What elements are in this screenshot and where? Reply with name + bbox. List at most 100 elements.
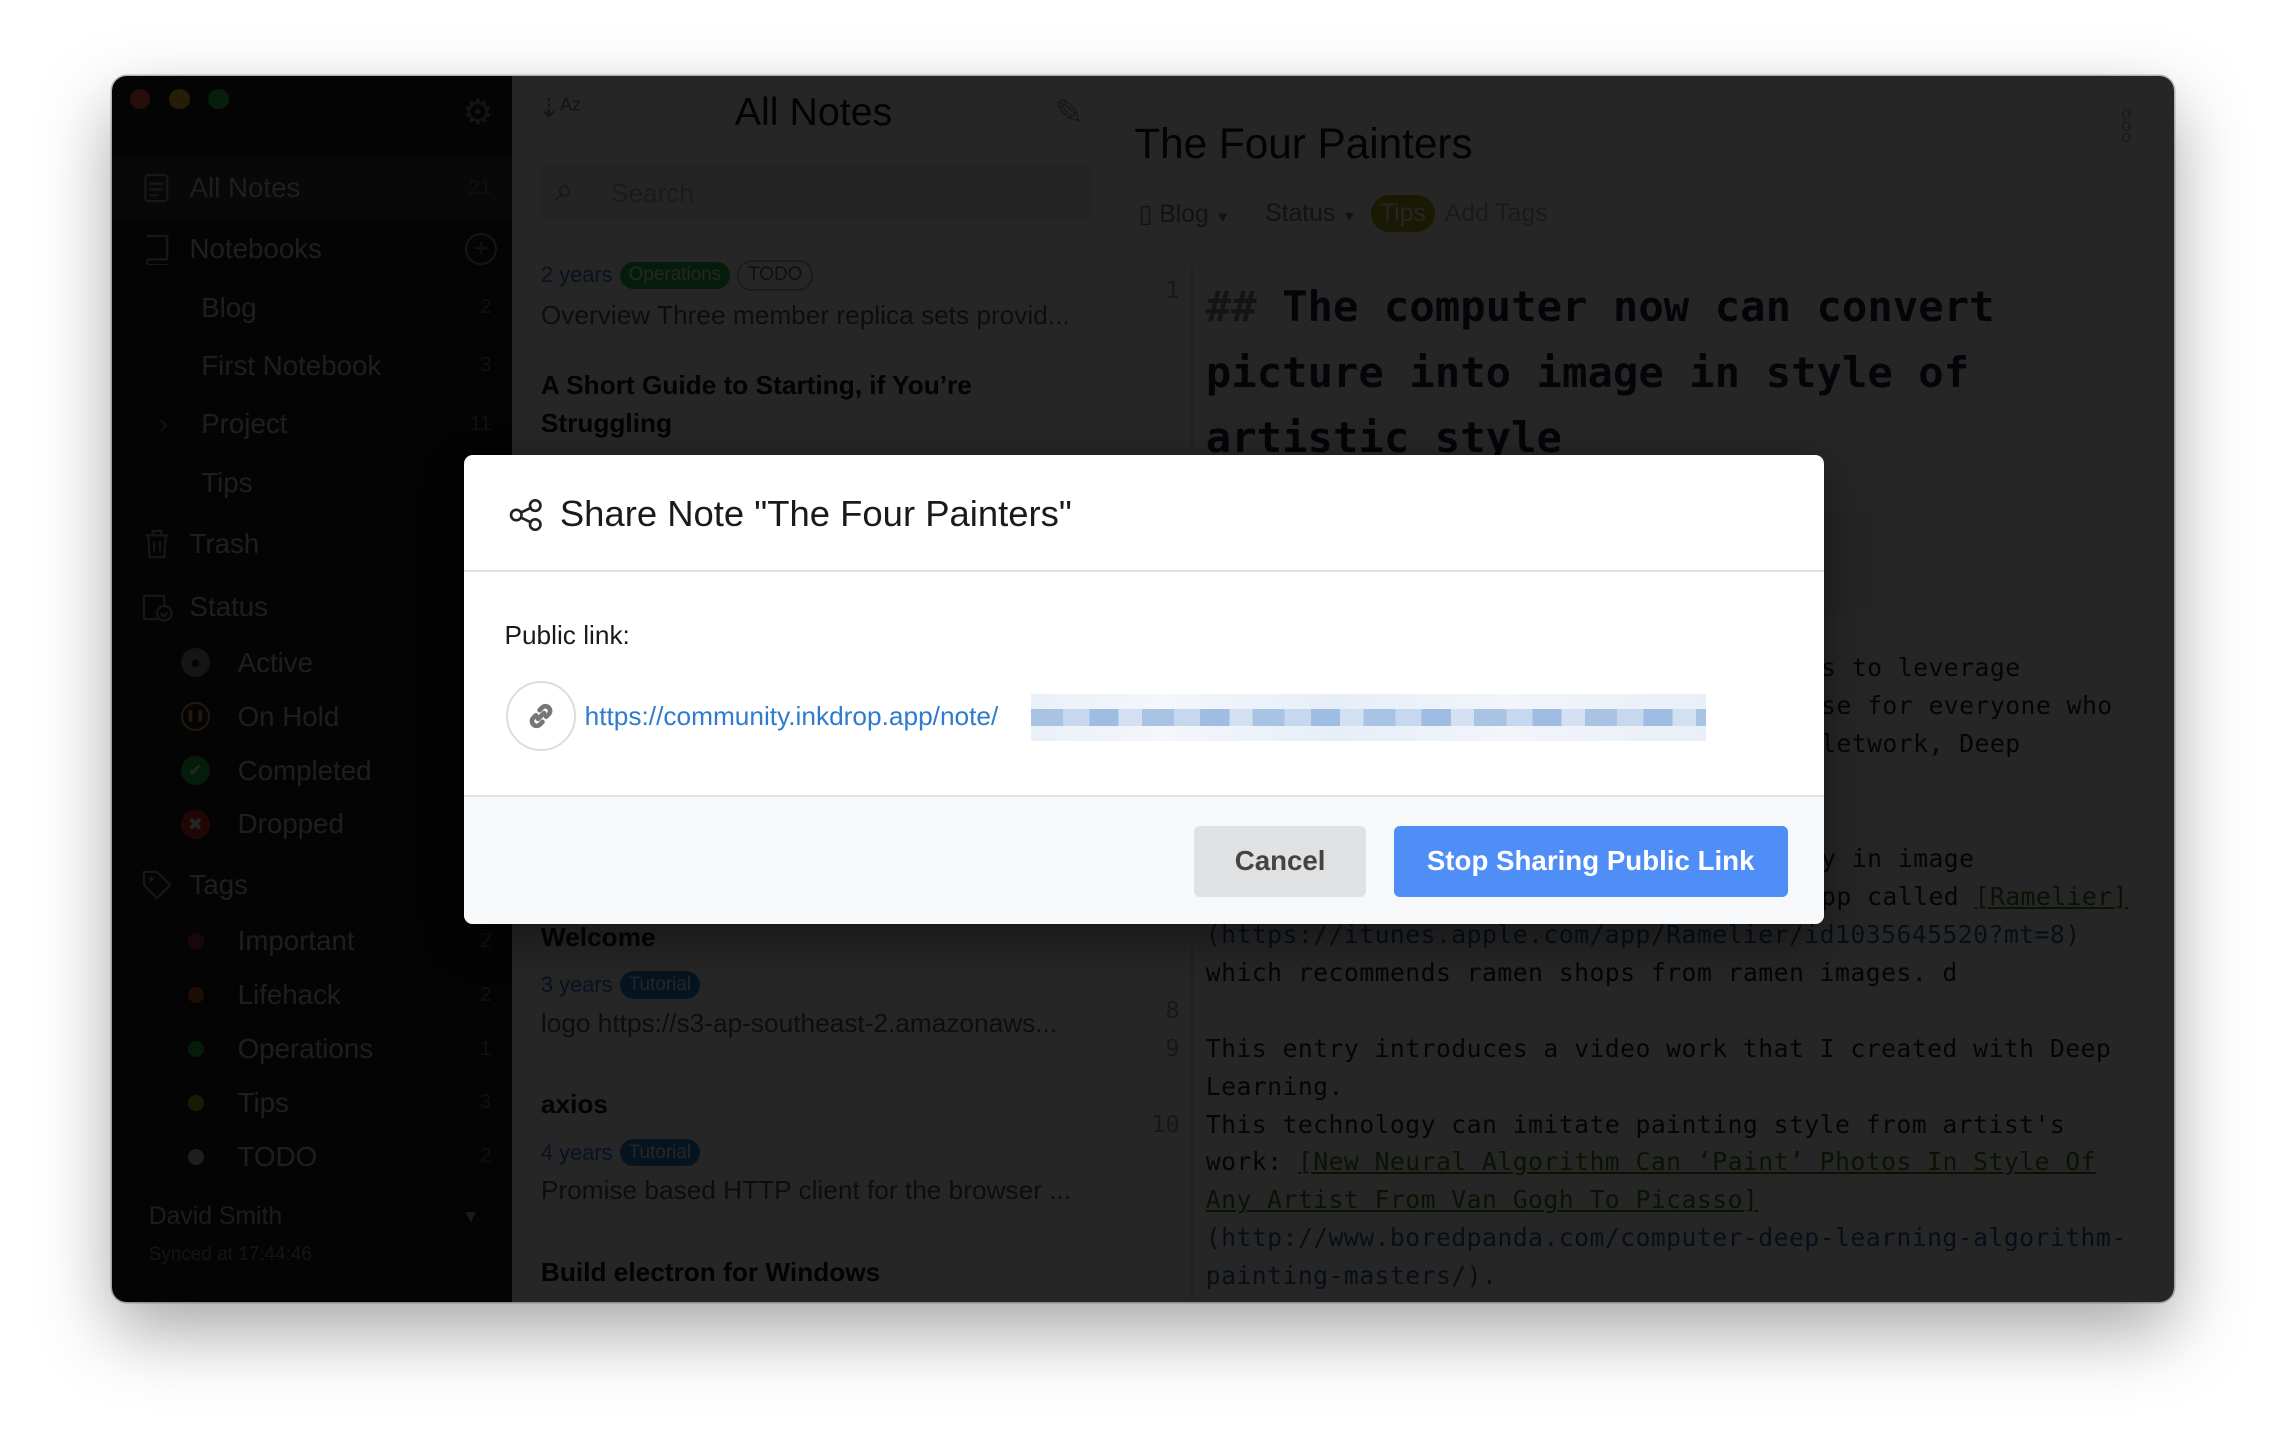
tag-chip-tips[interactable]: Tips [1371, 195, 1435, 233]
link-icon [529, 703, 553, 728]
more-options-icon[interactable]: ooo [2121, 104, 2131, 145]
user-name[interactable]: David Smith [149, 1203, 283, 1231]
sidebar-item-notebook[interactable]: Tips [112, 453, 511, 511]
status-label: Completed [237, 754, 372, 786]
text-line: letwork, Deep [1821, 728, 2021, 758]
sidebar-item-status-on-hold[interactable]: ❚❚ On Hold [112, 690, 511, 744]
redacted-link-id [1030, 694, 1706, 741]
add-notebook-icon[interactable]: + [465, 233, 498, 266]
minimize-window-button[interactable] [169, 88, 190, 110]
cancel-button[interactable]: Cancel [1194, 825, 1367, 898]
text-line: This technology can imitate painting sty… [1205, 1109, 2066, 1139]
note-list-item[interactable]: Welcome 3 years Tutorial logo https://s3-ap… [511, 907, 1116, 1075]
close-window-button[interactable] [129, 88, 151, 110]
note-tag[interactable]: Tutorial [619, 971, 700, 999]
line-number: 9 [1165, 1035, 1180, 1063]
text-line: which recommends ramen shops from ramen … [1205, 957, 1958, 987]
screen: ⚙ All Notes 21 Notebooks + Blog 2 First N… [0, 0, 2286, 1450]
note-tag[interactable]: TODO [737, 259, 814, 292]
note-title: axios [540, 1089, 608, 1120]
status-on-hold-icon: ❚❚ [180, 702, 210, 732]
tag-count: 2 [479, 929, 492, 952]
new-note-icon[interactable]: ✎ [1054, 93, 1083, 133]
tag-icon [143, 870, 173, 900]
notes-icon [144, 173, 169, 203]
caret-down-icon[interactable]: ▼ [462, 1206, 479, 1227]
note-title[interactable]: The Four Painters [1134, 120, 1472, 168]
dialog-header: Share Note "The Four Painters" [463, 455, 1824, 572]
text-line: This entry introduces a video work that … [1205, 1033, 2112, 1063]
sidebar-item-tag[interactable]: TODO 2 [112, 1130, 511, 1184]
sidebar-item-tag[interactable]: Lifehack 2 [112, 968, 511, 1022]
status-dropped-icon: ✖ [180, 809, 210, 840]
text-line: pp called [Ramelier] [1821, 882, 2128, 912]
search-input[interactable]: ⌕ Search [537, 164, 1093, 221]
tag-label: Operations [237, 1033, 374, 1065]
dialog-title: Share Note "The Four Painters" [559, 492, 1072, 534]
tag-color-dot [188, 1148, 205, 1165]
text-line: y in image [1821, 844, 1975, 874]
tag-label: Tips [237, 1086, 289, 1118]
markdown-link[interactable]: Any Artist From Van Gogh To Picasso] [1206, 1185, 1759, 1214]
public-link-label: Public link: [504, 619, 630, 650]
sidebar-item-tag[interactable]: Important 2 [112, 914, 511, 968]
notebook-icon: ▯ [1138, 200, 1153, 228]
text-line: se for everyone who [1821, 691, 2113, 721]
gear-icon[interactable]: ⚙ [462, 93, 493, 133]
maximize-window-button[interactable] [208, 88, 229, 110]
sidebar: ⚙ All Notes 21 Notebooks + Blog 2 First N… [112, 75, 512, 1302]
tag-color-dot [188, 1041, 205, 1058]
text-line: work: [New Neural Algorithm Can ‘Paint’ … [1205, 1147, 2096, 1177]
tag-color-dot [188, 1094, 205, 1111]
note-meta: 4 years Tutorial [540, 1138, 1086, 1167]
stop-sharing-button[interactable]: Stop Sharing Public Link [1393, 825, 1788, 898]
notebook-selector[interactable]: ▯ Blog ▼ [1139, 199, 1230, 229]
markdown-link[interactable]: [Ramelier] [1975, 882, 2128, 911]
note-meta: 3 years Tutorial [541, 971, 1086, 999]
line-number: 8 [1165, 997, 1180, 1025]
sidebar-item-status-active[interactable]: ● Active [112, 636, 511, 690]
sidebar-item-trash[interactable]: Trash [112, 515, 511, 573]
url-text: (http://www.boredpanda.com/computer-deep… [1205, 1223, 2127, 1253]
sidebar-item-status[interactable]: Status [112, 577, 511, 635]
sidebar-item-status-completed[interactable]: ✔ Completed [112, 744, 511, 798]
sidebar-item-notebook[interactable]: Blog 2 [112, 278, 511, 336]
tag-label: Lifehack [237, 979, 341, 1011]
markdown-link[interactable]: [New Neural Algorithm Can ‘Paint’ Photos… [1298, 1147, 2096, 1176]
line-number: 1 [1165, 277, 1180, 305]
sidebar-item-notebooks[interactable]: Notebooks + [112, 220, 511, 278]
note-preview: Overview Three member replica sets provi… [540, 300, 1070, 331]
add-tags-input[interactable]: Add Tags [1445, 200, 1548, 228]
heading-line: ## The computer now can convert picture … [1205, 282, 1995, 463]
notebook-icon [146, 235, 169, 266]
chevron-right-icon[interactable]: › [159, 408, 168, 440]
sidebar-item-tag[interactable]: Tips 3 [112, 1076, 511, 1130]
tag-label: Important [237, 925, 355, 957]
note-preview: Promise based HTTP client for the browse… [540, 1175, 1072, 1206]
status-completed-icon: ✔ [180, 755, 210, 786]
status-selector[interactable]: Status ▼ [1265, 200, 1357, 228]
share-note-dialog: Share Note "The Four Painters" Public li… [463, 454, 1824, 925]
copy-link-button[interactable] [505, 680, 576, 751]
sidebar-item-notebook[interactable]: › Project 11 [112, 395, 511, 453]
sidebar-item-notebook[interactable]: First Notebook 3 [112, 337, 511, 395]
sidebar-item-status-dropped[interactable]: ✖ Dropped [112, 798, 511, 852]
sync-status: Synced at 17:44:46 [148, 1243, 312, 1265]
note-list-item[interactable]: Build electron for Windows [512, 1242, 1116, 1302]
status-label: On Hold [237, 700, 340, 732]
note-list-item[interactable]: axios 4 years Tutorial Promise based HTTP c… [511, 1075, 1116, 1243]
public-link-url[interactable]: https://community.inkdrop.app/note/ [585, 701, 999, 732]
note-tag[interactable]: Tutorial [619, 1138, 700, 1167]
tag-label: TODO [237, 1140, 318, 1172]
note-list-item[interactable]: 2 years Operations TODO Overview Three memb… [511, 248, 1116, 356]
note-age: 3 years [540, 971, 613, 997]
note-title: A Short Guide to Starting, if You’re Str… [540, 370, 972, 439]
tag-count: 1 [479, 1037, 492, 1060]
text-line: Learning. [1205, 1071, 1344, 1101]
note-age: 4 years [540, 1139, 613, 1165]
sidebar-item-tags[interactable]: Tags [112, 856, 511, 914]
sidebar-item-all-notes[interactable]: All Notes 21 [112, 157, 512, 219]
note-tag[interactable]: Operations [619, 261, 730, 290]
status-label: Dropped [237, 808, 344, 840]
sidebar-item-tag[interactable]: Operations 1 [112, 1022, 511, 1076]
